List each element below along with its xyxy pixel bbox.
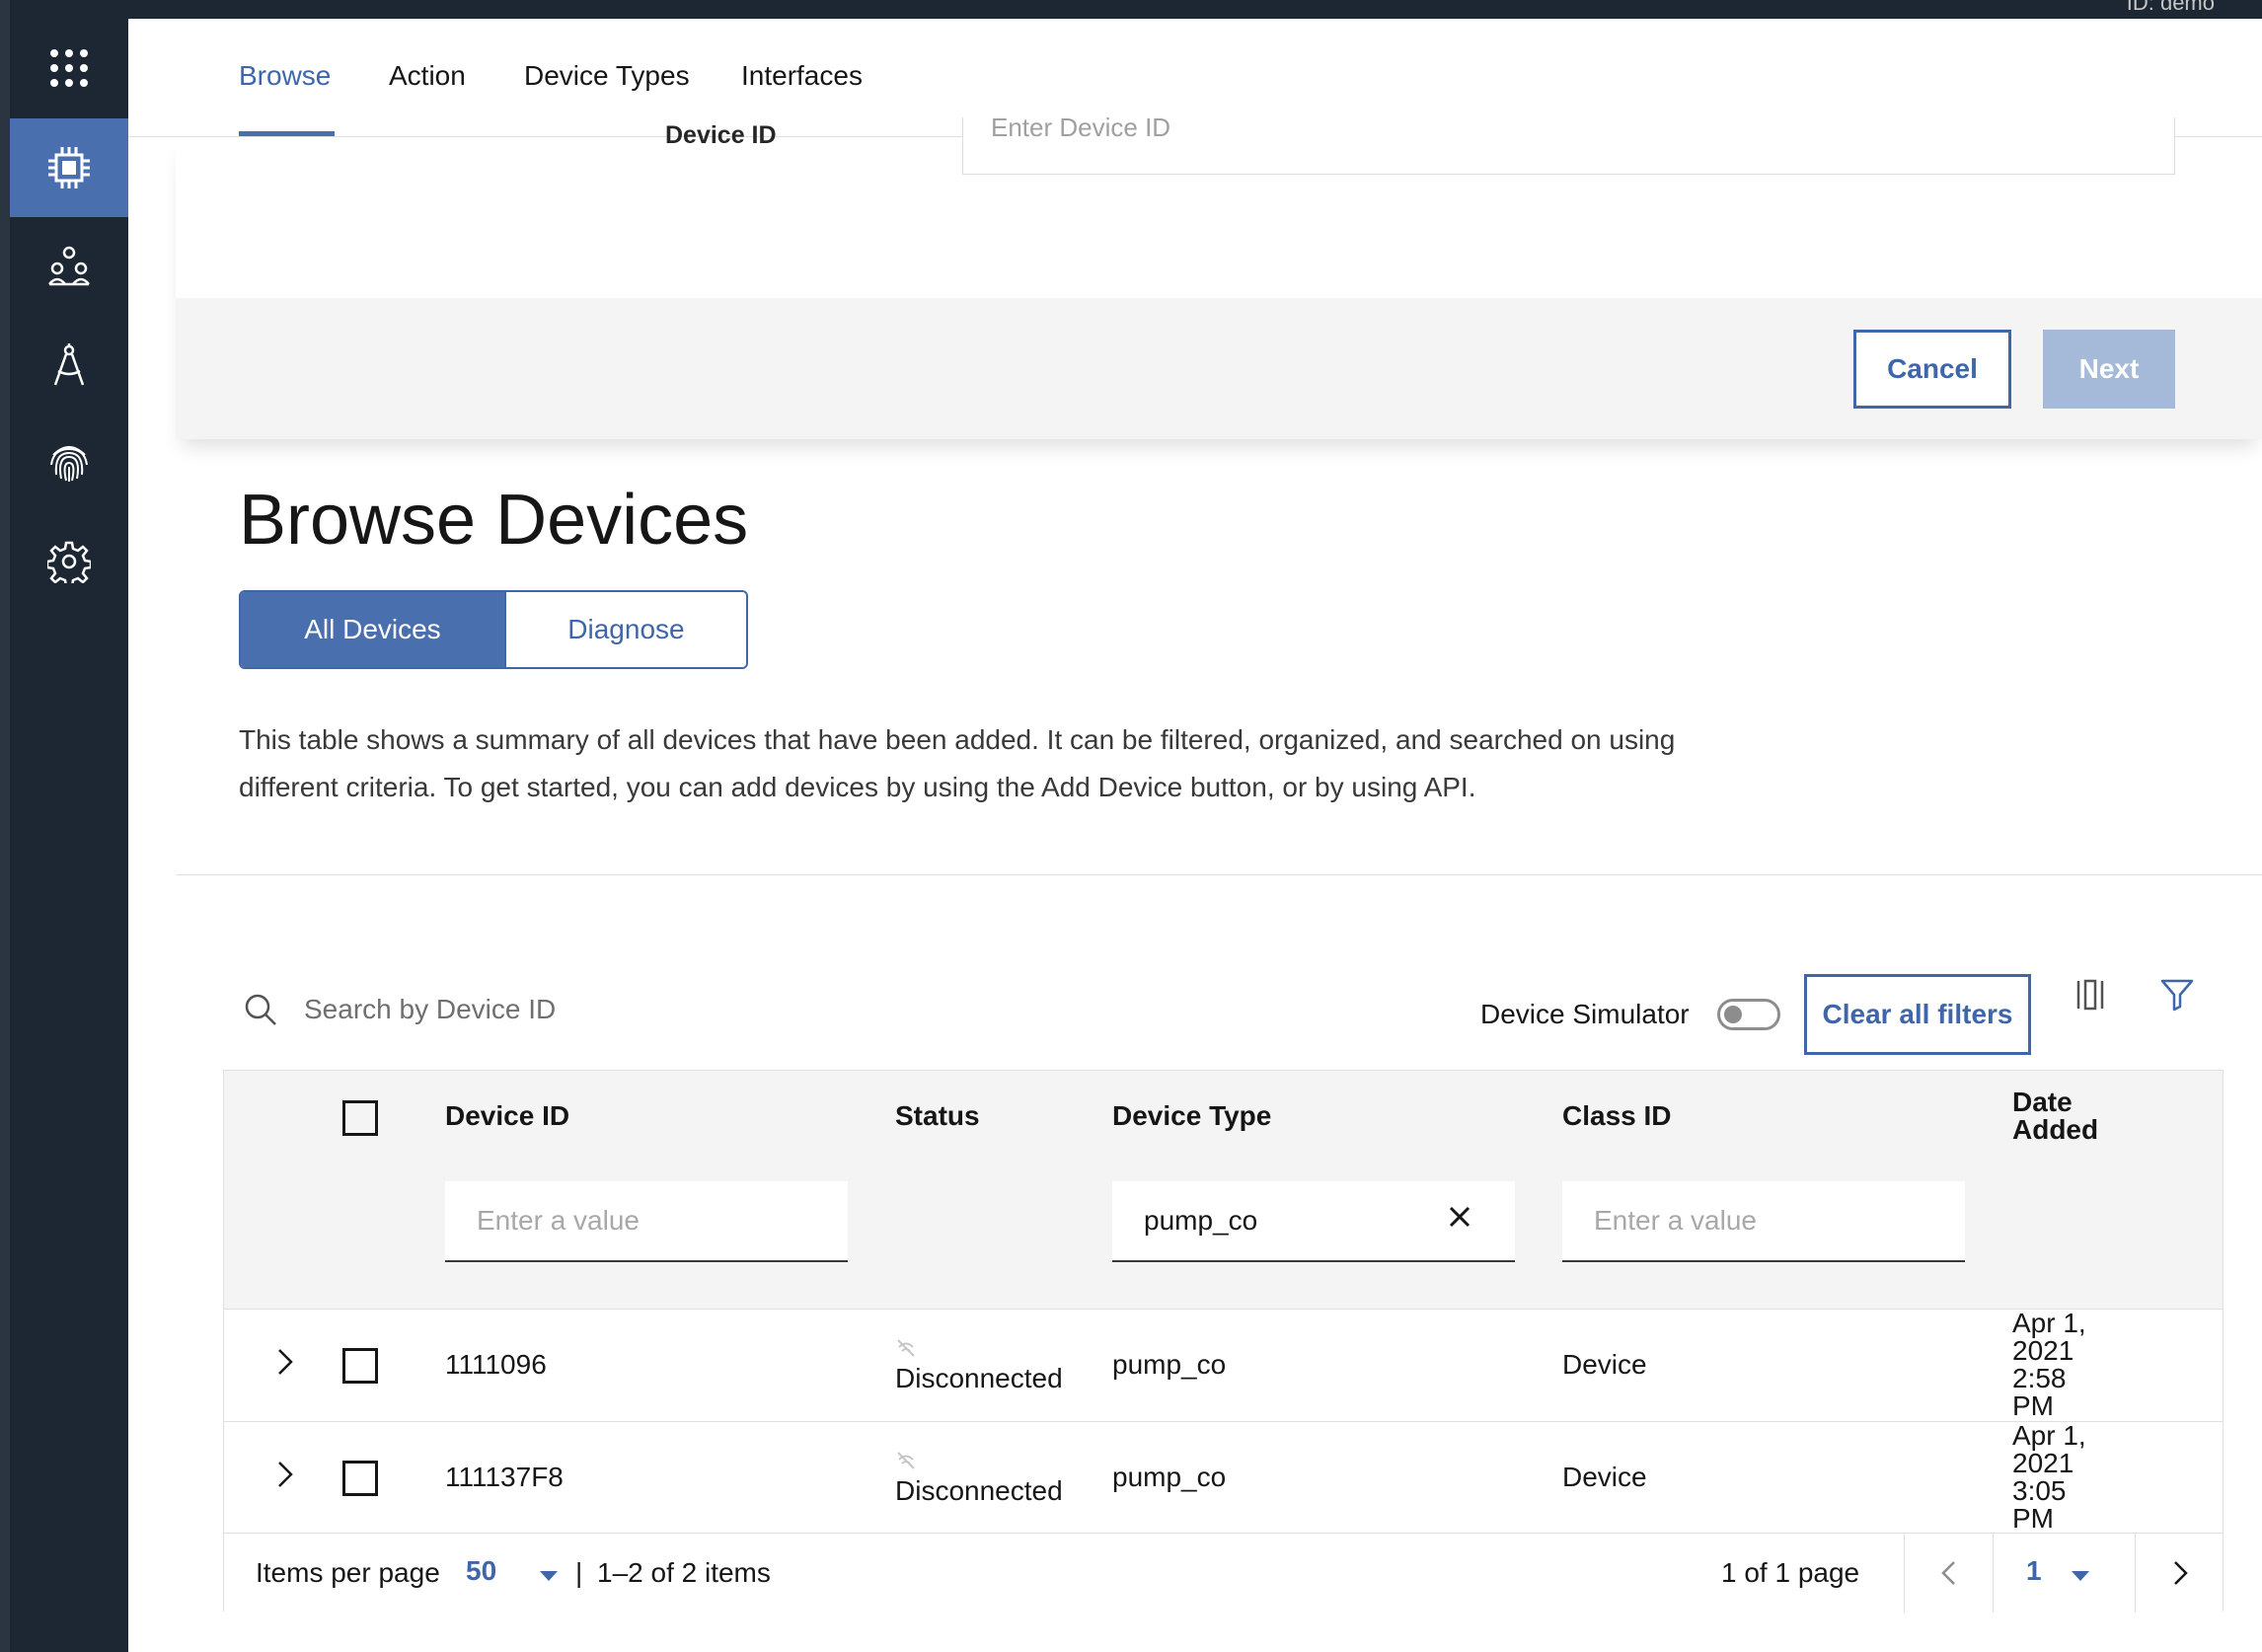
items-per-page-select[interactable]: 50 [466, 1555, 496, 1587]
previous-page-button[interactable] [1905, 1534, 1994, 1613]
date-line: 2:58 [2012, 1363, 2067, 1393]
row-checkbox[interactable] [342, 1461, 378, 1496]
page-select[interactable]: 1 [2026, 1555, 2042, 1587]
page-title: Browse Devices [239, 481, 749, 560]
sidebar-item-settings[interactable] [10, 512, 128, 611]
cell-device-type: pump_co [1112, 1349, 1227, 1380]
sidebar-item-app-switcher[interactable] [10, 19, 128, 117]
add-device-panel: Device ID Enter Device ID Cancel Next [176, 114, 2262, 439]
disconnected-status-icon [897, 1452, 915, 1469]
device-id-input[interactable]: Enter Device ID [962, 114, 2175, 175]
column-header-date-added[interactable]: Date Added [2012, 1089, 2098, 1144]
filter-class-id-input[interactable] [1562, 1181, 1965, 1262]
cell-class-id: Device [1562, 1349, 1647, 1380]
date-line: 3:05 [2012, 1475, 2067, 1506]
expand-row-icon[interactable] [273, 1347, 297, 1377]
table-row[interactable]: 1111096 Disconnected pump_co Device Apr … [224, 1310, 2223, 1422]
clear-all-filters-button[interactable]: Clear all filters [1804, 974, 2031, 1055]
devices-table: Device ID Status Device Type Class ID Da… [223, 1070, 2224, 1613]
date-line: PM [2012, 1390, 2054, 1421]
next-page-button[interactable] [2136, 1534, 2224, 1613]
date-line: 2021 [2012, 1448, 2074, 1478]
view-switcher: All Devices Diagnose [239, 590, 748, 669]
items-per-page-label: Items per page [256, 1557, 440, 1588]
items-per-page-chevron-icon[interactable] [540, 1571, 558, 1581]
members-icon [48, 246, 90, 286]
fingerprint-icon [50, 446, 88, 482]
pagination-separator: | [575, 1557, 583, 1588]
cell-device-id: 111137F8 [445, 1462, 564, 1492]
active-tab-indicator [239, 131, 335, 136]
row-checkbox[interactable] [342, 1348, 378, 1384]
filter-icon[interactable] [2159, 977, 2195, 1013]
chip-icon [48, 147, 90, 188]
page-of-label: 1 of 1 page [1721, 1557, 1860, 1588]
cell-device-id: 1111096 [445, 1349, 547, 1380]
panel-footer: Cancel Next [176, 298, 2262, 439]
filter-device-id-input[interactable] [445, 1181, 848, 1262]
cell-device-type: pump_co [1112, 1462, 1227, 1492]
cell-date-added: Apr 1, 2021 3:05 PM [2012, 1422, 2101, 1533]
cell-date-added: Apr 1, 2021 2:58 PM [2012, 1310, 2101, 1420]
clear-filter-icon[interactable] [1448, 1205, 1471, 1229]
page-select-chevron-icon[interactable] [2072, 1571, 2089, 1581]
chevron-left-icon [1941, 1561, 1955, 1585]
search-icon [245, 994, 276, 1025]
column-header-status[interactable]: Status [895, 1100, 980, 1132]
chevron-right-icon [2174, 1561, 2188, 1585]
column-settings-icon[interactable] [2074, 977, 2106, 1013]
top-bar: ID: demo [0, 0, 2262, 19]
segment-diagnose[interactable]: Diagnose [503, 592, 746, 667]
device-search[interactable]: Search by Device ID [243, 992, 556, 1027]
toggle-knob [1724, 1006, 1742, 1023]
column-header-device-type[interactable]: Device Type [1112, 1100, 1271, 1132]
sidebar-item-security[interactable] [10, 413, 128, 512]
device-id-input-placeholder: Enter Device ID [991, 113, 1171, 142]
tab-action[interactable]: Action [389, 60, 466, 92]
segment-all-devices[interactable]: All Devices [241, 592, 504, 667]
sidebar-item-members[interactable] [10, 217, 128, 316]
date-added-line-1: Date [2012, 1087, 2073, 1117]
tab-interfaces[interactable]: Interfaces [741, 60, 863, 92]
date-line: Apr 1, [2012, 1308, 2086, 1338]
tab-browse[interactable]: Browse [239, 60, 331, 92]
tab-device-types[interactable]: Device Types [524, 60, 690, 92]
next-button[interactable]: Next [2043, 330, 2175, 409]
pagination-bar: Items per page 50 | 1–2 of 2 items 1 of … [224, 1533, 2224, 1613]
sidebar-item-devices[interactable] [10, 118, 128, 217]
window-edge [0, 0, 10, 1652]
date-added-line-2: Added [2012, 1114, 2099, 1145]
select-all-checkbox[interactable] [342, 1100, 378, 1136]
left-sidebar [10, 19, 128, 1652]
cell-class-id: Device [1562, 1462, 1647, 1492]
date-line: PM [2012, 1503, 2054, 1534]
account-label: ID: demo [2126, 0, 2215, 15]
cancel-button[interactable]: Cancel [1853, 330, 2011, 409]
device-simulator-label: Device Simulator [1480, 999, 1690, 1029]
date-line: 2021 [2012, 1335, 2074, 1366]
expand-row-icon[interactable] [273, 1460, 297, 1489]
compass-icon [53, 343, 85, 386]
section-divider [176, 874, 2262, 875]
sidebar-item-rules[interactable] [10, 315, 128, 413]
column-header-class-id[interactable]: Class ID [1562, 1100, 1672, 1132]
page-description: This table shows a summary of all device… [239, 724, 1676, 802]
table-row[interactable]: 111137F8 Disconnected pump_co Device Apr… [224, 1422, 2223, 1535]
disconnected-status-icon [897, 1339, 915, 1357]
column-header-device-id[interactable]: Device ID [445, 1100, 569, 1132]
settings-gear-icon [47, 541, 91, 583]
device-id-label: Device ID [665, 121, 777, 149]
pager-divider [1993, 1534, 1994, 1613]
search-placeholder: Search by Device ID [304, 994, 557, 1024]
device-simulator-toggle[interactable] [1717, 999, 1780, 1030]
app-switcher-icon [50, 49, 88, 87]
table-header: Device ID Status Device Type Class ID Da… [224, 1071, 2223, 1310]
cell-status: Disconnected [895, 1475, 1063, 1506]
date-line: Apr 1, [2012, 1420, 2086, 1451]
items-range-label: 1–2 of 2 items [597, 1557, 771, 1588]
cell-status: Disconnected [895, 1363, 1063, 1393]
